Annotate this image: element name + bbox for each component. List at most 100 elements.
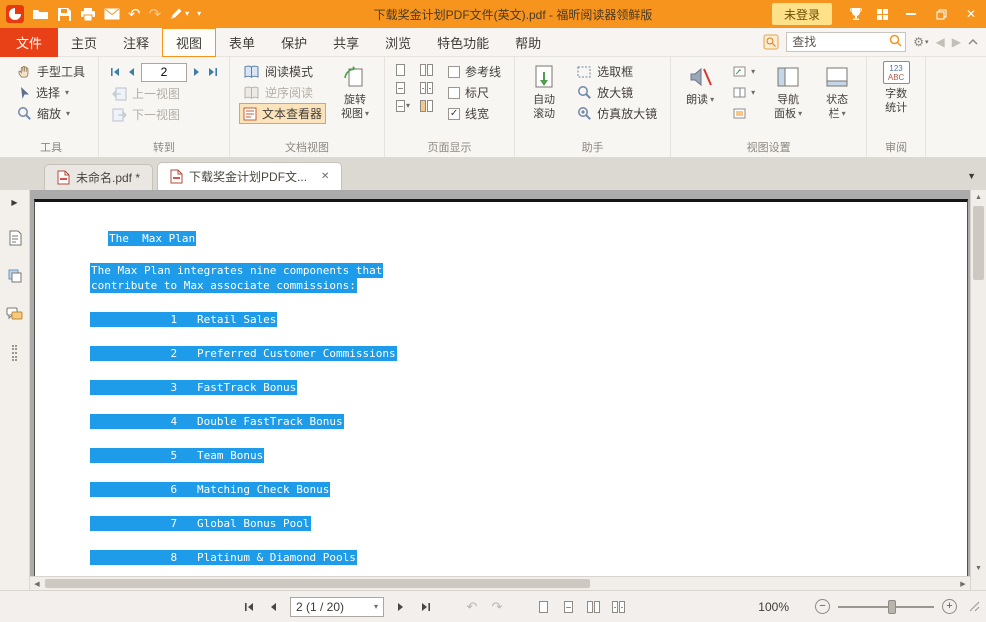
last-page-button[interactable] [207,67,220,77]
history-forward-icon[interactable]: ▶ [952,35,961,49]
restore-button[interactable] [926,0,956,28]
tab-home[interactable]: 主页 [58,28,110,57]
settings-button[interactable]: ⚙▾ [913,35,928,49]
view-option-3-button[interactable] [729,103,759,124]
navigation-panels-button[interactable]: 导航 面板▾ [768,61,808,121]
minimize-button[interactable] [896,0,926,28]
history-back-icon[interactable]: ◀ [936,35,945,49]
continuous-facing-button[interactable] [420,82,433,94]
zoom-out-button[interactable]: − [815,599,830,614]
selected-text-line[interactable]: The Max Plan integrates nine components … [90,263,383,278]
rotate-view-button[interactable]: 旋转 视图▾ [335,61,375,121]
rulers-checkbox[interactable]: 标尺 [444,82,505,103]
facing-page-button[interactable] [420,64,433,76]
rewards-button[interactable] [842,7,869,21]
split-view-button[interactable]: ▾ [396,100,410,112]
zoom-level[interactable]: 100% [758,600,789,614]
last-page-button[interactable] [418,602,434,612]
quick-search-button[interactable] [763,34,779,50]
loupe-button[interactable]: 仿真放大镜 [573,103,661,124]
selected-text-line[interactable]: 4 Double FastTrack Bonus [90,414,344,429]
first-page-button[interactable] [108,67,121,77]
selected-text-line[interactable]: 8 Platinum & Diamond Pools [90,550,357,565]
facing-mode-button[interactable] [585,601,601,613]
guides-checkbox[interactable]: 参考线 [444,61,505,82]
selected-text-line[interactable]: 5 Team Bonus [90,448,264,463]
document-tab-2[interactable]: 下载奖金计划PDF文... ✕ [157,162,342,190]
continuous-mode-button[interactable] [560,601,576,613]
hand-tool-button[interactable]: 手型工具 [13,61,89,82]
line-weights-checkbox[interactable]: ✓ 线宽 [444,103,505,124]
view-option-2-button[interactable]: ▾ [729,82,759,103]
tab-browse[interactable]: 浏览 [372,28,424,57]
comments-panel-button[interactable] [0,295,29,333]
single-page-mode-button[interactable] [535,601,551,613]
zoom-tool-button[interactable]: 缩放 ▾ [13,103,89,124]
previous-view-button[interactable]: ↶ [464,600,480,613]
selected-text-line[interactable]: 6 Matching Check Bonus [90,482,330,497]
zoom-in-button[interactable]: + [942,599,957,614]
tab-comment[interactable]: 注释 [110,28,162,57]
tab-list-icon[interactable]: ▼ [967,171,976,181]
first-page-button[interactable] [240,602,256,612]
panel-grip[interactable] [12,345,17,361]
layers-panel-button[interactable] [0,257,29,295]
document-tab-1[interactable]: 未命名.pdf * [44,164,153,190]
vertical-scrollbar[interactable]: ▲ ▼ [970,190,986,590]
expand-panel-icon[interactable]: ▶ [11,198,17,207]
magnifier-button[interactable]: 放大镜 [573,82,661,103]
selected-text-line[interactable]: contribute to Max associate commissions: [90,278,357,293]
next-page-button[interactable] [191,67,203,77]
open-file-button[interactable] [32,7,49,21]
vertical-scroll-thumb[interactable] [973,206,984,280]
selected-text-line[interactable]: 3 FastTrack Bonus [90,380,297,395]
close-tab-icon[interactable]: ✕ [321,171,329,182]
horizontal-scroll-thumb[interactable] [45,579,590,588]
search-icon[interactable] [889,34,902,50]
read-aloud-button[interactable]: 朗读▾ [680,61,720,107]
foxit-logo[interactable] [6,5,24,23]
word-count-button[interactable]: 123ABC 字数 统计 [876,61,916,115]
selected-text-line[interactable]: 7 Global Bonus Pool [90,516,311,531]
selected-text-line[interactable]: The Max Plan [108,231,196,246]
next-view-button[interactable]: ↷ [489,600,505,613]
scroll-down-icon[interactable]: ▼ [971,561,986,575]
prev-page-button[interactable] [265,602,281,612]
single-page-button[interactable] [396,64,410,76]
view-option-1-button[interactable]: ▾ [729,61,759,82]
quick-tool-button[interactable]: ▾ [169,7,189,21]
continuous-page-button[interactable] [396,82,410,94]
separate-cover-button[interactable] [420,100,433,112]
continuous-facing-mode-button[interactable] [610,601,626,613]
undo-icon[interactable]: ↶ [128,7,141,22]
switch-ui-button[interactable] [869,8,896,21]
zoom-slider[interactable] [838,599,934,615]
select-tool-button[interactable]: 选择 ▾ [13,82,89,103]
next-view-button[interactable]: 下一视图 [108,104,220,125]
resize-grip[interactable] [969,601,980,612]
bookmarks-panel-button[interactable] [0,219,29,257]
collapse-ribbon-button[interactable] [968,39,978,45]
selected-text-line[interactable]: 2 Preferred Customer Commissions [90,346,397,361]
page-indicator-dropdown[interactable]: 2 (1 / 20) ▾ [290,597,384,617]
selected-text-line[interactable]: 1 Retail Sales [90,312,277,327]
scroll-right-icon[interactable]: ▶ [956,577,970,591]
email-button[interactable] [104,8,120,20]
scroll-left-icon[interactable]: ◀ [30,577,44,591]
print-button[interactable] [80,7,96,22]
zoom-slider-handle[interactable] [888,600,896,614]
save-button[interactable] [57,7,72,22]
tab-share[interactable]: 共享 [320,28,372,57]
tab-features[interactable]: 特色功能 [424,28,502,57]
tab-help[interactable]: 帮助 [502,28,554,57]
status-bar-button[interactable]: 状态 栏▾ [817,61,857,121]
tab-protect[interactable]: 保护 [268,28,320,57]
document-view[interactable]: The Max Plan The Max Plan integrates nin… [30,190,970,576]
tab-file[interactable]: 文件 [0,28,58,57]
prev-page-button[interactable] [125,67,137,77]
search-input[interactable] [787,35,889,49]
vertical-scroll-track[interactable] [971,204,986,561]
tab-view[interactable]: 视图 [162,28,216,57]
previous-view-button[interactable]: 上一视图 [108,83,220,104]
page-number-input[interactable] [141,63,187,82]
